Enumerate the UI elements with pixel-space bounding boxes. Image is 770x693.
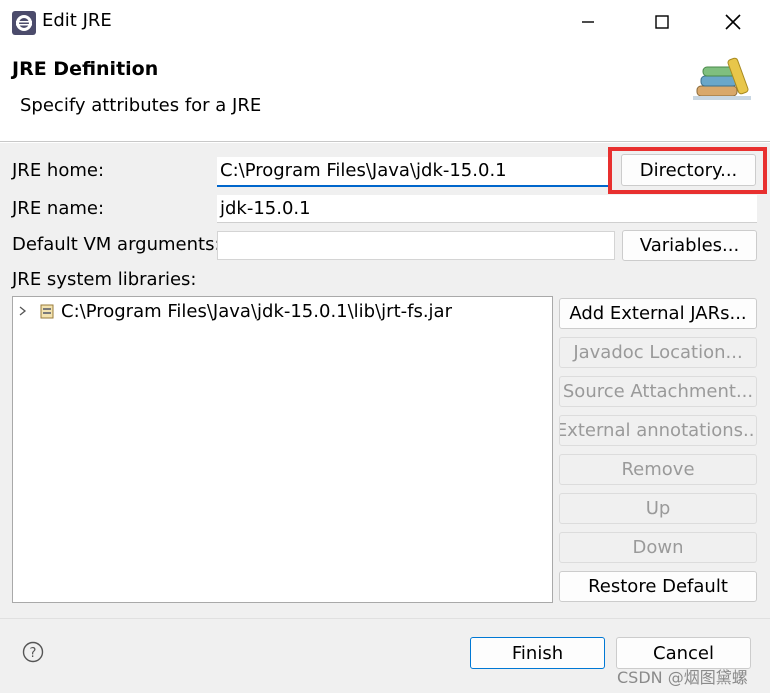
watermark-text: CSDN @烟图黛螺 [617, 668, 748, 687]
jre-home-input[interactable]: C:\Program Files\Java\jdk-15.0.1 [217, 157, 608, 187]
jre-home-label: JRE home: [12, 160, 105, 181]
help-icon: ? [22, 641, 44, 663]
annotation-highlight-box [608, 147, 767, 194]
variables-button[interactable]: Variables... [622, 230, 757, 261]
window-title: Edit JRE [42, 10, 112, 31]
finish-button[interactable]: Finish [470, 637, 605, 669]
javadoc-location-button[interactable]: Javadoc Location... [559, 337, 757, 368]
books-icon [693, 56, 757, 102]
chevron-right-icon[interactable] [18, 305, 28, 317]
page-title: JRE Definition [12, 58, 159, 80]
svg-text:?: ? [30, 646, 37, 661]
maximize-icon [655, 15, 669, 29]
restore-default-button[interactable]: Restore Default [559, 571, 757, 602]
libraries-tree[interactable] [12, 296, 553, 603]
jre-name-label: JRE name: [12, 198, 105, 219]
remove-button[interactable]: Remove [559, 454, 757, 485]
up-button[interactable]: Up [559, 493, 757, 524]
footer-divider [0, 618, 770, 619]
help-button[interactable]: ? [22, 641, 44, 663]
eclipse-icon [12, 11, 36, 35]
down-button[interactable]: Down [559, 532, 757, 563]
close-button[interactable] [710, 6, 756, 38]
external-annotations-button[interactable]: External annotations... [559, 415, 757, 446]
library-tree-item[interactable]: C:\Program Files\Java\jdk-15.0.1\lib\jrt… [18, 299, 452, 323]
jre-name-input[interactable]: jdk-15.0.1 [217, 195, 757, 223]
library-path: C:\Program Files\Java\jdk-15.0.1\lib\jrt… [61, 300, 452, 322]
source-attachment-button[interactable]: Source Attachment... [559, 376, 757, 407]
vm-args-input[interactable] [217, 231, 615, 260]
minimize-icon [582, 21, 594, 23]
vm-args-label: Default VM arguments: [12, 234, 221, 255]
minimize-button[interactable] [565, 6, 611, 38]
add-external-jars-button[interactable]: Add External JARs... [559, 298, 757, 329]
page-subtitle: Specify attributes for a JRE [20, 95, 262, 116]
close-icon [725, 14, 741, 30]
maximize-button[interactable] [639, 6, 685, 38]
libraries-label: JRE system libraries: [12, 269, 197, 290]
jar-icon [40, 304, 54, 319]
